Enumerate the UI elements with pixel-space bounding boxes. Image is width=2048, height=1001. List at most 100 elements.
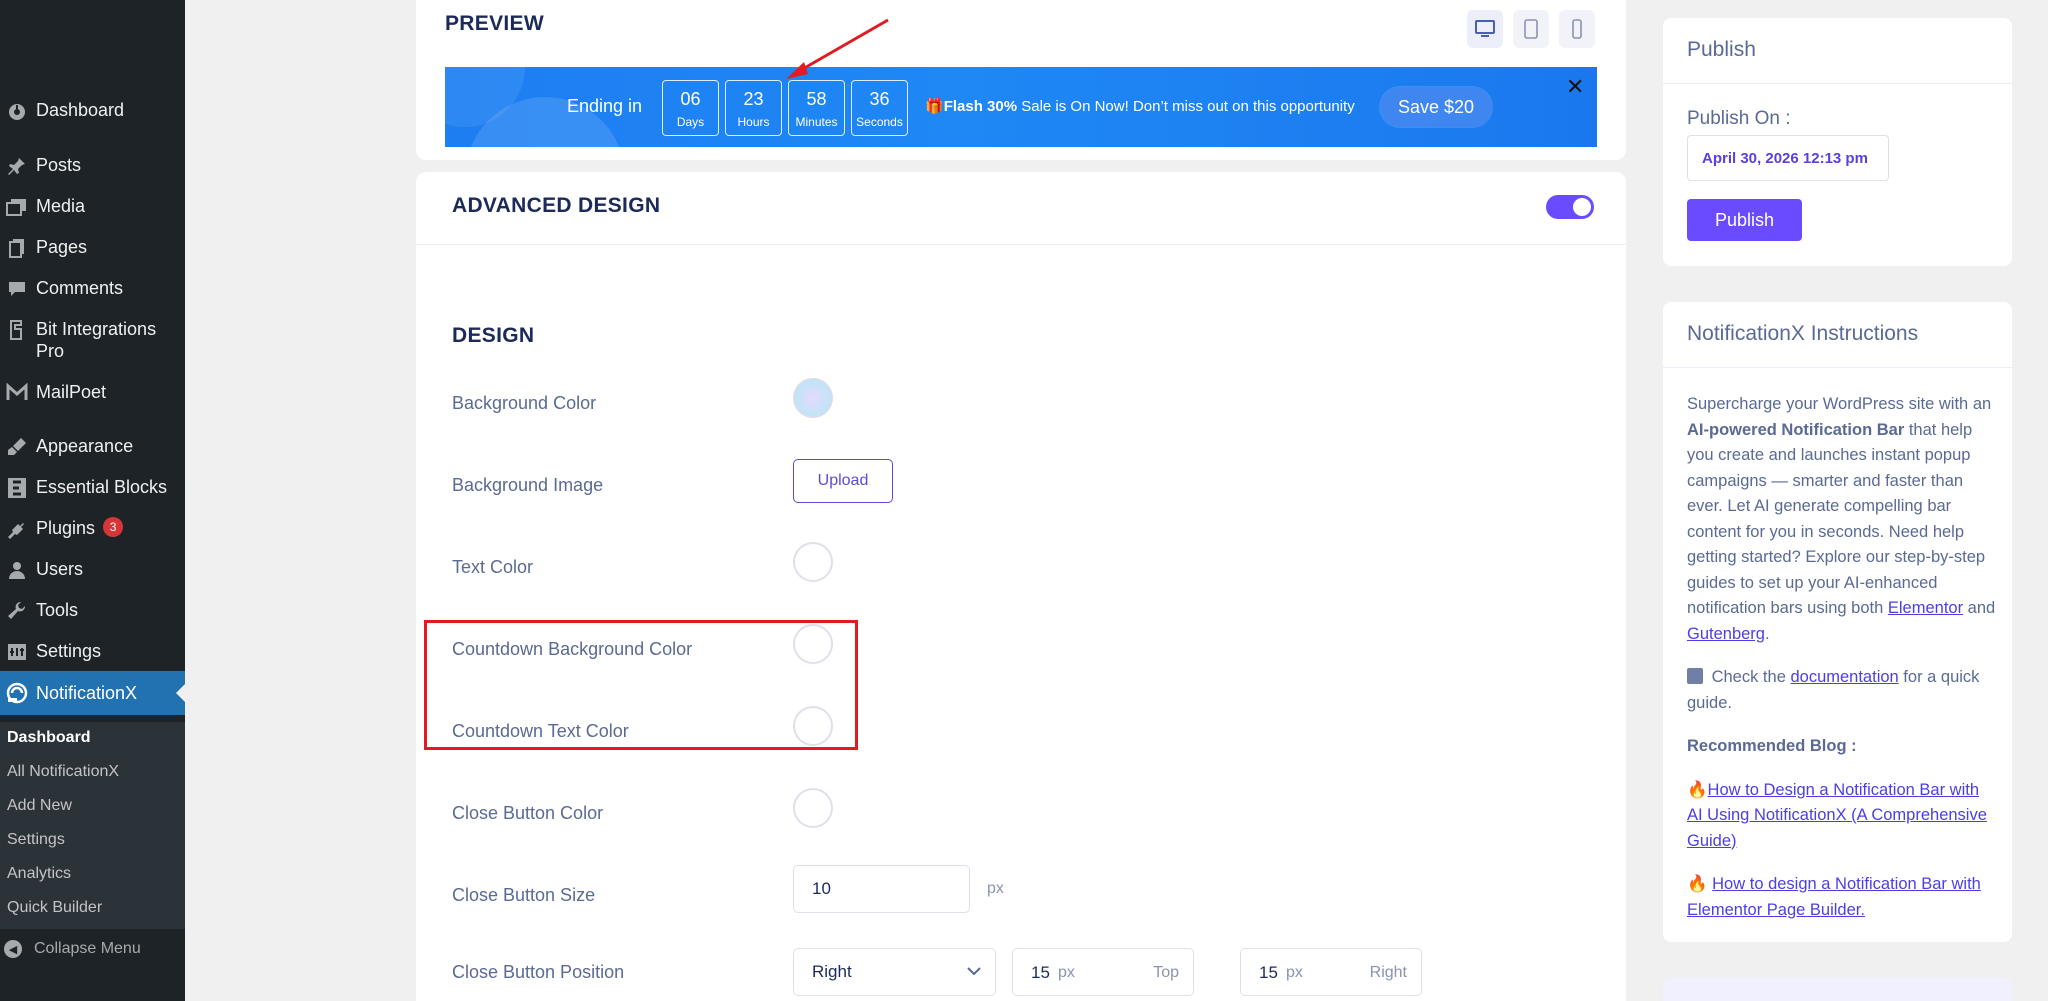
background-image-label: Background Image [452,475,604,495]
upload-button[interactable]: Upload [793,459,893,503]
sidebar-item-label: Posts [36,155,82,175]
advanced-design-header: ADVANCED DESIGN [416,172,1626,245]
annotation-arrow [786,18,889,79]
submenu-item-dashboard[interactable]: Dashboard [7,729,91,747]
notification-bar-preview: Ending in 06 Days 23 Hours 58 Minutes 36… [445,67,1597,147]
instructions-text: and [1963,599,1996,617]
desktop-preview-button[interactable] [1467,10,1503,48]
countdown-unit: Minutes [795,115,838,129]
next-card-peek [1663,978,2012,1001]
sidebar-item-mailpoet[interactable]: MailPoet [0,381,185,405]
close-button-color-picker[interactable] [793,788,833,828]
collapse-menu-label: Collapse Menu [34,940,141,957]
text-color-picker[interactable] [793,542,833,582]
instructions-text: Check the [1707,668,1791,686]
collapse-menu-button[interactable]: ◀ Collapse Menu [0,940,141,958]
publish-button[interactable]: Publish [1687,199,1802,241]
countdown-value: 23 [743,89,764,109]
sidebar-item-pages[interactable]: Pages [0,236,185,260]
close-button-position-select[interactable]: Right [793,948,996,996]
sidebar-item-label: NotificationX [36,683,138,703]
background-color-picker[interactable] [793,378,833,418]
sidebar-item-appearance[interactable]: Appearance [0,435,185,459]
submenu-item-add-new[interactable]: Add New [7,797,72,815]
submenu-item-all-notificationx[interactable]: All NotificationX [7,763,119,781]
sidebar-item-bit-integrations[interactable]: Bit Integrations Pro [0,318,185,362]
instructions-card: NotificationX Instructions Supercharge y… [1663,302,2012,942]
sidebar-item-posts[interactable]: Posts [0,154,185,178]
toggle-knob [1573,198,1591,216]
sidebar-item-notificationx[interactable]: NotificationX [0,671,185,715]
blog-link-ai-notification-bar[interactable]: How to Design a Notification Bar with AI… [1687,781,1987,850]
offset-top-value: 15 [1031,963,1050,982]
plugins-icon [4,517,30,541]
tablet-preview-button[interactable] [1513,10,1549,48]
essential-blocks-icon [4,476,30,500]
instructions-text: . [1764,624,1770,643]
sidebar-item-label: Media [36,196,86,216]
instructions-bold: AI-powered Notification Bar [1687,420,1905,439]
sidebar-item-essential-blocks[interactable]: Essential Blocks [0,476,185,500]
countdown-minutes: 58 Minutes [788,80,845,136]
instructions-body: Supercharge your WordPress site with an … [1687,392,1997,941]
dashboard-icon [4,99,30,123]
offset-right-input[interactable]: 15 px Right [1240,948,1422,996]
media-icon [4,195,30,219]
settings-icon [4,640,30,664]
chevron-down-icon [967,963,981,981]
close-button-size-input[interactable]: 10 [793,865,970,913]
offset-right-unit: px [1286,964,1303,981]
submenu-item-quick-builder[interactable]: Quick Builder [7,899,102,917]
blog-item: 🔥 How to design a Notification Bar with … [1687,872,1997,923]
documentation-link[interactable]: documentation [1790,668,1898,686]
plugins-update-badge: 3 [103,517,124,537]
blog-link-elementor-notification-bar[interactable]: How to design a Notification Bar with El… [1687,875,1981,919]
elementor-link[interactable]: Elementor [1888,599,1963,617]
bit-integrations-icon [4,318,30,342]
publish-header: Publish [1663,18,2012,84]
publish-date-field[interactable]: April 30, 2026 12:13 pm [1687,135,1889,181]
sidebar-item-plugins[interactable]: Plugins 3 [0,517,185,541]
instructions-header: NotificationX Instructions [1663,302,2012,368]
sidebar-item-label: Bit Integrations Pro [36,319,157,361]
close-button-position-label: Close Button Position [452,962,625,982]
sidebar-item-tools[interactable]: Tools [0,599,185,623]
position-select-value: Right [812,962,852,981]
sidebar-item-label: Appearance [36,436,134,456]
save-cta-button[interactable]: Save $20 [1380,87,1493,127]
notificationx-icon [4,681,30,705]
publish-card: Publish Publish On : April 30, 2026 12:1… [1663,18,2012,266]
documentation-paragraph: Check the documentation for a quick guid… [1687,665,1997,716]
annotation-highlight-box [424,620,858,750]
sidebar-item-dashboard[interactable]: Dashboard [0,99,185,123]
offset-right-label: Right [1369,964,1407,981]
instructions-text: that help you create and launches instan… [1687,420,1986,618]
sidebar-item-label: Settings [36,641,102,661]
advanced-design-toggle[interactable] [1546,195,1594,219]
comments-icon [4,277,30,301]
pages-icon [4,236,30,260]
sidebar-item-label: Dashboard [36,100,125,120]
notificationx-submenu: Dashboard All NotificationX Add New Sett… [0,722,185,929]
close-icon[interactable]: ✕ [1566,76,1584,98]
submenu-item-analytics[interactable]: Analytics [7,865,71,883]
sidebar-item-comments[interactable]: Comments [0,277,185,301]
users-icon [4,558,30,582]
submenu-item-settings[interactable]: Settings [7,831,65,849]
sidebar-item-users[interactable]: Users [0,558,185,582]
mobile-preview-button[interactable] [1559,10,1595,48]
gutenberg-link[interactable]: Gutenberg [1687,625,1765,643]
publish-title: Publish [1687,38,1756,61]
sidebar-item-label: Plugins [36,518,96,538]
size-unit-label: px [987,880,1004,897]
bar-message-text: Sale is On Now! Don’t miss out on this o… [1017,98,1355,115]
countdown-value: 36 [869,89,890,109]
sidebar-item-label: Tools [36,600,79,620]
sidebar-item-settings[interactable]: Settings [0,640,185,664]
offset-right-value: 15 [1259,963,1278,982]
offset-top-input[interactable]: 15 px Top [1012,948,1194,996]
instructions-paragraph: Supercharge your WordPress site with an … [1687,392,1997,647]
desktop-icon [1475,20,1495,37]
sidebar-item-label: MailPoet [36,382,107,402]
sidebar-item-media[interactable]: Media [0,195,185,219]
